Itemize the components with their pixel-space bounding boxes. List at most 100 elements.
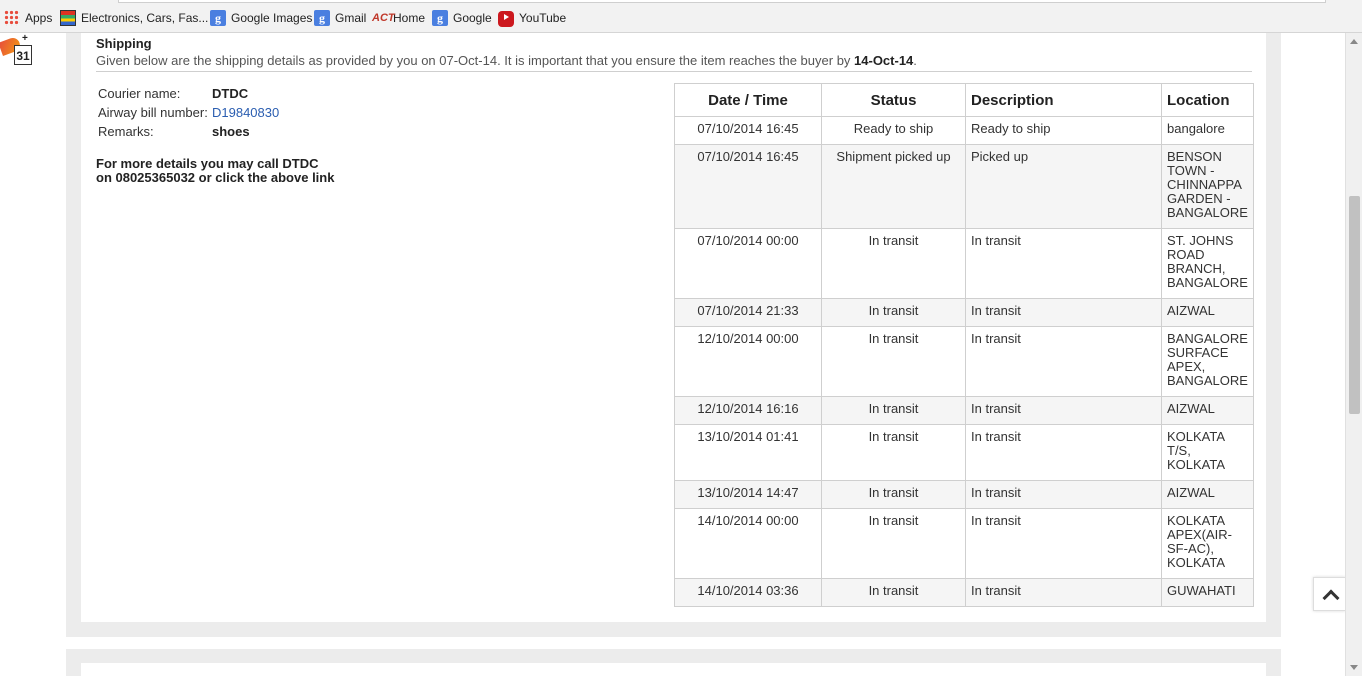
google-icon: g <box>432 10 448 26</box>
cell-description: In transit <box>965 298 1162 327</box>
shipping-description-end: . <box>913 53 917 68</box>
address-bar-edge <box>118 0 1326 3</box>
vertical-scrollbar[interactable] <box>1345 33 1362 676</box>
cell-description: Ready to ship <box>965 116 1162 145</box>
cell-date: 12/10/2014 16:16 <box>674 396 822 425</box>
cell-description: In transit <box>965 424 1162 481</box>
cell-date: 12/10/2014 00:00 <box>674 326 822 397</box>
table-row: 07/10/2014 21:33 In transit In transit A… <box>674 298 1254 327</box>
deadline-date: 14-Oct-14 <box>854 53 914 68</box>
cell-status: In transit <box>821 326 966 397</box>
divider <box>96 71 1252 72</box>
bookmark-google[interactable]: g Google <box>432 9 492 27</box>
header-date-time: Date / Time <box>674 83 822 117</box>
cell-status: In transit <box>821 228 966 299</box>
airway-row: Airway bill number: D19840830 <box>96 103 281 122</box>
bookmark-home[interactable]: ACT Home <box>372 9 425 27</box>
table-row: 13/10/2014 14:47 In transit In transit A… <box>674 480 1254 509</box>
courier-label: Courier name: <box>98 86 181 101</box>
cell-description: Picked up <box>965 144 1162 229</box>
table-row: 07/10/2014 16:45 Shipment picked up Pick… <box>674 144 1254 229</box>
bookmark-label: Home <box>393 11 426 25</box>
cell-date: 14/10/2014 03:36 <box>674 578 822 607</box>
cell-status: In transit <box>821 578 966 607</box>
youtube-icon <box>498 11 514 27</box>
table-header-row: Date / Time Status Description Location <box>674 83 1254 117</box>
calendar-extension-icon[interactable]: + 31 <box>0 33 34 67</box>
apps-grid-icon <box>4 10 20 26</box>
table-row: 13/10/2014 01:41 In transit In transit K… <box>674 424 1254 481</box>
header-location: Location <box>1161 83 1254 117</box>
cell-location: KOLKATA T/S, KOLKATA <box>1161 424 1254 481</box>
bookmark-label: Electronics, Cars, Fas... <box>81 11 209 25</box>
airway-label: Airway bill number: <box>98 105 208 120</box>
google-icon: g <box>210 10 226 26</box>
cell-date: 07/10/2014 21:33 <box>674 298 822 327</box>
act-icon: ACT <box>372 12 395 24</box>
cell-description: In transit <box>965 508 1162 579</box>
cell-description: In transit <box>965 480 1162 509</box>
cell-location: GUWAHATI <box>1161 578 1254 607</box>
table-row: 07/10/2014 16:45 Ready to ship Ready to … <box>674 116 1254 145</box>
cell-location: AIZWAL <box>1161 298 1254 327</box>
cell-status: Shipment picked up <box>821 144 966 229</box>
cell-location: bangalore <box>1161 116 1254 145</box>
courier-row: Courier name: DTDC <box>96 84 281 103</box>
cell-status: In transit <box>821 396 966 425</box>
next-section-panel <box>81 663 1266 676</box>
shipping-description: Given below are the shipping details as … <box>96 53 917 68</box>
courier-value: DTDC <box>212 86 249 101</box>
remarks-row: Remarks: shoes <box>96 122 281 141</box>
scroll-up-arrow-icon[interactable] <box>1350 39 1358 44</box>
header-status: Status <box>821 83 966 117</box>
cell-status: In transit <box>821 424 966 481</box>
contact-line-2: on 08025365032 or click the above link <box>96 170 335 185</box>
bookmark-youtube[interactable]: YouTube <box>498 9 566 27</box>
shipping-details: Courier name: DTDC Airway bill number: D… <box>96 84 281 141</box>
shopping-icon <box>60 10 76 26</box>
cell-location: BENSON TOWN - CHINNAPPA GARDEN - BANGALO… <box>1161 144 1254 229</box>
scrollbar-thumb[interactable] <box>1349 196 1360 414</box>
tracking-table: Date / Time Status Description Location … <box>674 83 1254 607</box>
cell-date: 13/10/2014 14:47 <box>674 480 822 509</box>
cell-location: BANGALORE SURFACE APEX, BANGALORE <box>1161 326 1254 397</box>
plus-icon: + <box>22 33 28 44</box>
cell-description: In transit <box>965 228 1162 299</box>
cell-location: AIZWAL <box>1161 480 1254 509</box>
cell-location: ST. JOHNS ROAD BRANCH, BANGALORE <box>1161 228 1254 299</box>
table-row: 07/10/2014 00:00 In transit In transit S… <box>674 228 1254 299</box>
cell-location: AIZWAL <box>1161 396 1254 425</box>
back-to-top-button[interactable] <box>1313 577 1346 611</box>
cell-location: KOLKATA APEX(AIR-SF-AC), KOLKATA <box>1161 508 1254 579</box>
cell-description: In transit <box>965 396 1162 425</box>
table-row: 12/10/2014 16:16 In transit In transit A… <box>674 396 1254 425</box>
cell-status: In transit <box>821 480 966 509</box>
bookmark-label: Google <box>453 11 492 25</box>
shipping-description-text: Given below are the shipping details as … <box>96 53 855 68</box>
cell-description: In transit <box>965 578 1162 607</box>
cell-status: In transit <box>821 298 966 327</box>
google-icon: g <box>314 10 330 26</box>
table-row: 14/10/2014 00:00 In transit In transit K… <box>674 508 1254 579</box>
table-row: 14/10/2014 03:36 In transit In transit G… <box>674 578 1254 607</box>
bookmark-label: Gmail <box>335 11 367 25</box>
airway-bill-link[interactable]: D19840830 <box>210 103 281 122</box>
bookmark-electronics[interactable]: Electronics, Cars, Fas... <box>60 9 208 27</box>
remarks-value: shoes <box>212 124 250 139</box>
bookmark-apps[interactable]: Apps <box>4 9 52 27</box>
bookmark-label: Google Images <box>231 11 313 25</box>
bookmark-gmail[interactable]: g Gmail <box>314 9 366 27</box>
calendar-day: 31 <box>14 45 32 65</box>
table-row: 12/10/2014 00:00 In transit In transit B… <box>674 326 1254 397</box>
cell-date: 07/10/2014 00:00 <box>674 228 822 299</box>
bookmark-label: Apps <box>25 11 53 25</box>
bookmark-google-images[interactable]: g Google Images <box>210 9 312 27</box>
cell-date: 13/10/2014 01:41 <box>674 424 822 481</box>
header-description: Description <box>965 83 1162 117</box>
chevron-up-icon <box>1322 589 1340 607</box>
scroll-down-arrow-icon[interactable] <box>1350 665 1358 670</box>
cell-date: 14/10/2014 00:00 <box>674 508 822 579</box>
bookmarks-bar: Apps Electronics, Cars, Fas... g Google … <box>0 0 1362 33</box>
cell-date: 07/10/2014 16:45 <box>674 116 822 145</box>
cell-date: 07/10/2014 16:45 <box>674 144 822 229</box>
